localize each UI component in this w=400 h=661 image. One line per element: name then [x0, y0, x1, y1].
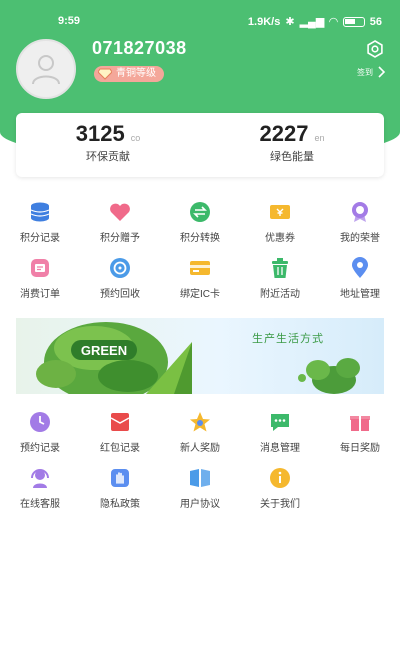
medal-icon [352, 202, 368, 222]
menu-item-label: 消费订单 [20, 289, 60, 300]
wifi-icon: ◠ [329, 16, 338, 28]
stat-label: 环保贡献 [86, 151, 130, 163]
stats-card: 3125 co 环保贡献 2227 en 绿色能量 [16, 113, 384, 177]
status-time: 9:59 [58, 15, 81, 27]
menu-item-location-pin[interactable]: 地址管理 [320, 256, 400, 312]
heart-icon [110, 203, 130, 221]
menu-item-label: 地址管理 [340, 289, 380, 300]
level-badge-label: 青铜等级 [116, 68, 156, 79]
card-icon [190, 261, 210, 275]
stat-value: 3125 [75, 121, 125, 146]
menu-item-recycle[interactable]: 预约回收 [80, 256, 160, 312]
menu-item-label: 每日奖励 [340, 443, 380, 454]
menu-item-label: 预约记录 [20, 443, 60, 454]
diamond-icon [98, 68, 112, 80]
menu-item-order[interactable]: 消费订单 [0, 256, 80, 312]
clock-icon [30, 412, 50, 432]
menu-item-exchange[interactable]: 积分转换 [160, 200, 240, 256]
trash-icon [272, 258, 288, 278]
menu-item-label: 关于我们 [260, 499, 300, 510]
menu-item-label: 积分赠予 [100, 233, 140, 244]
menu-item-trash[interactable]: 附近活动 [240, 256, 320, 312]
menu-item-card[interactable]: 绑定IC卡 [160, 256, 240, 312]
stat-unit: co [130, 133, 141, 143]
menu-item-message[interactable]: 消息管理 [240, 410, 320, 466]
gear-icon[interactable] [366, 40, 384, 58]
menu-item-heart[interactable]: 积分赠予 [80, 200, 160, 256]
signal-icon: ▂▄▆ [299, 16, 325, 28]
menu-item-label: 新人奖励 [180, 443, 220, 454]
coupon-icon [270, 205, 290, 219]
sign-in-label: 签到 [357, 67, 373, 77]
menu-item-headset[interactable]: 在线客服 [0, 466, 80, 522]
message-icon [271, 414, 289, 431]
red-envelope-icon [110, 413, 130, 431]
bluetooth-icon: ✱ [285, 16, 295, 28]
menu-item-label: 我的荣誉 [340, 233, 380, 244]
book-icon [190, 469, 210, 487]
battery-icon [342, 16, 365, 27]
menu-item-book[interactable]: 用户协议 [160, 466, 240, 522]
hand-icon [111, 469, 129, 487]
database-icon [30, 202, 50, 222]
menu-item-label: 预约回收 [100, 289, 140, 300]
menu-item-label: 隐私政策 [100, 499, 140, 510]
headset-icon [31, 469, 49, 488]
stat-green-energy[interactable]: 2227 en 绿色能量 [200, 121, 384, 164]
menu-item-star[interactable]: 新人奖励 [160, 410, 240, 466]
menu-item-gift[interactable]: 每日奖励 [320, 410, 400, 466]
battery-level: 56 [369, 15, 382, 28]
menu-item-label: 消息管理 [260, 443, 300, 454]
menu-item-coupon[interactable]: 优惠券 [240, 200, 320, 256]
menu-item-label: 优惠券 [265, 233, 295, 244]
menu-item-label: 积分转换 [180, 233, 220, 244]
stat-value: 2227 [259, 121, 309, 146]
menu-item-clock[interactable]: 预约记录 [0, 410, 80, 466]
menu-item-medal[interactable]: 我的荣誉 [320, 200, 400, 256]
menu-item-label: 积分记录 [20, 233, 60, 244]
order-icon [31, 259, 49, 277]
user-icon [32, 55, 60, 85]
stat-eco-contribution[interactable]: 3125 co 环保贡献 [16, 121, 200, 164]
info-icon [270, 468, 290, 488]
status-icons: 1.9K/s ✱ ▂▄▆ ◠ 56 [247, 15, 382, 29]
menu-item-info[interactable]: 关于我们 [240, 466, 320, 522]
menu-item-red-envelope[interactable]: 红包记录 [80, 410, 160, 466]
stat-unit: en [314, 133, 325, 143]
menu-item-label: 红包记录 [100, 443, 140, 454]
menu-item-label: 在线客服 [20, 499, 60, 510]
avatar[interactable] [16, 39, 76, 99]
chevron-right-icon [378, 66, 386, 78]
stat-label: 绿色能量 [270, 151, 314, 163]
location-pin-icon [352, 257, 368, 278]
menu-item-hand[interactable]: 隐私政策 [80, 466, 160, 522]
banner-text-layer: GREEN [81, 343, 127, 358]
sign-in-button[interactable]: 签到 [356, 66, 386, 78]
network-speed: 1.9K/s [247, 15, 281, 28]
username: 071827038 [92, 38, 187, 58]
menu-item-label: 附近活动 [260, 289, 300, 300]
star-icon [190, 412, 210, 432]
banner-badge-text: GREEN [81, 343, 127, 358]
menu-item-label: 绑定IC卡 [180, 289, 220, 300]
menu-item-label: 用户协议 [180, 499, 220, 510]
menu-item-database[interactable]: 积分记录 [0, 200, 80, 256]
banner-slogan: 生产生活方式 [252, 333, 324, 345]
exchange-icon [190, 202, 210, 222]
level-badge[interactable]: 青铜等级 [94, 66, 164, 82]
status-bar: 9:59 1.9K/s ✱ ▂▄▆ ◠ 56 [0, 0, 400, 40]
promo-banner[interactable]: GREEN 生产生活方式 [16, 318, 384, 394]
recycle-icon [110, 258, 130, 278]
gift-icon [350, 416, 370, 431]
